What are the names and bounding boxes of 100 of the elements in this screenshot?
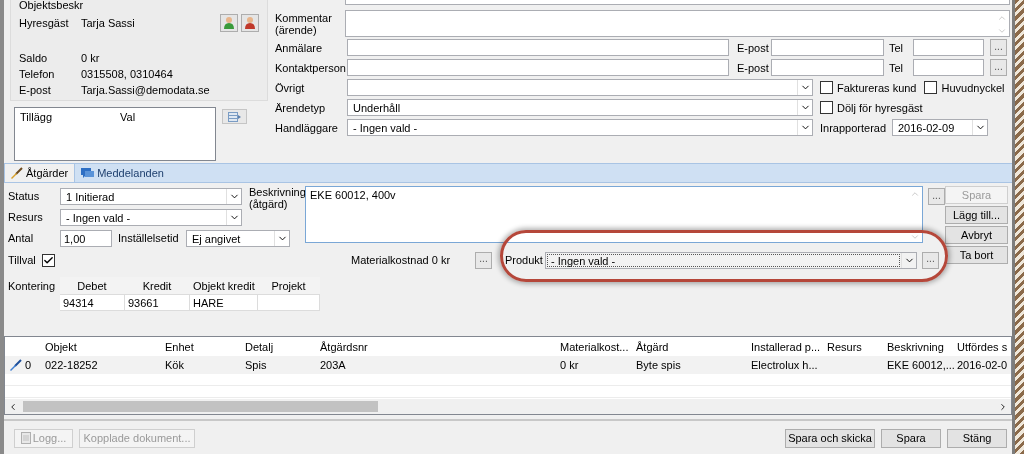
- column-header: Beskrivning: [886, 339, 945, 355]
- dropdown[interactable]: Ej angivet: [186, 229, 290, 247]
- tab[interactable]: Meddelanden: [75, 163, 171, 182]
- field-label: Materialkostnad 0 kr: [351, 254, 452, 266]
- browse-button[interactable]: ...: [922, 251, 939, 269]
- table-cell-text: Byte spis: [635, 358, 682, 373]
- scroll-right-icon: [998, 401, 1008, 412]
- table-cell-text: Kök: [164, 358, 185, 373]
- field-label: Telefon: [19, 68, 56, 80]
- action-button[interactable]: Avbryt: [945, 226, 1008, 244]
- footer-button[interactable]: Spara: [881, 428, 941, 448]
- tab[interactable]: Åtgärder: [4, 163, 76, 182]
- table-cell: 93661: [125, 294, 190, 311]
- scroll-up-icon: [996, 13, 1007, 23]
- dropdown[interactable]: Underhåll: [347, 99, 813, 116]
- checkbox[interactable]: [820, 81, 833, 94]
- checkbox[interactable]: [924, 81, 938, 94]
- description-field[interactable]: EKE 60012, 400v: [305, 186, 923, 243]
- browse-button[interactable]: ...: [928, 188, 945, 205]
- chat-icon: [81, 166, 95, 180]
- field-label: Kontering: [8, 280, 57, 292]
- table-row[interactable]: 0 022-18252 Kök Spis 203A 0 kr Byte spis Electrolux h... EKE 60012,... 2016-02-0: [5, 356, 1011, 374]
- table-cell: 94314: [60, 294, 125, 311]
- person-icon: [243, 16, 257, 30]
- table-cell-text: EKE 60012,...: [886, 358, 953, 373]
- column-header: Åtgärdsnr: [319, 339, 369, 355]
- field-value: Tarja.Sassi@demodata.se: [81, 84, 210, 96]
- person-button[interactable]: [241, 14, 259, 32]
- column-header: Tillägg: [19, 110, 53, 125]
- comment-field[interactable]: [345, 10, 1010, 37]
- phone-field[interactable]: [913, 39, 984, 56]
- email-field[interactable]: [771, 59, 884, 76]
- email-field[interactable]: [771, 39, 884, 56]
- field-label: Produkt: [505, 254, 544, 266]
- table-cell-text: 022-18252: [44, 358, 99, 373]
- scroll-left-icon: [8, 401, 18, 412]
- column-header: Objekt: [44, 339, 78, 355]
- scroll-up-icon: [909, 189, 920, 199]
- column-header: Åtgärd: [635, 339, 670, 355]
- field-label: Antal: [8, 232, 35, 244]
- brush-icon: [9, 358, 22, 372]
- scroll-down-icon: [996, 26, 1007, 36]
- grid-button[interactable]: [222, 109, 247, 124]
- field-label: E-post: [737, 61, 770, 74]
- dropdown[interactable]: 2016-02-09: [892, 119, 988, 136]
- browse-button[interactable]: ...: [990, 39, 1007, 56]
- column-header: Enhet: [164, 339, 195, 355]
- column-header: Detalj: [244, 339, 275, 355]
- table-cell-text: Electrolux h...: [750, 358, 819, 373]
- table-cell-text: 0 kr: [559, 358, 580, 373]
- dropdown[interactable]: [347, 79, 813, 96]
- checkbox[interactable]: [42, 253, 55, 267]
- field-label: Övrigt: [275, 81, 306, 94]
- field-label: Kommentar (ärende): [275, 11, 333, 36]
- footer-button[interactable]: Spara och skicka: [785, 428, 875, 448]
- action-button[interactable]: Lägg till...: [945, 206, 1008, 224]
- text-field[interactable]: [347, 39, 729, 56]
- field-label: Handläggare: [275, 121, 339, 134]
- field-label: Saldo: [19, 52, 49, 64]
- dropdown[interactable]: - Ingen vald -: [545, 251, 917, 269]
- scroll-down-icon: [909, 232, 920, 242]
- field-label: Tillval: [8, 254, 37, 266]
- browse-button[interactable]: ...: [475, 251, 492, 269]
- field-label: E-post: [737, 41, 770, 54]
- field-label: Kontaktperson: [275, 61, 347, 74]
- grid-arrow-icon: [227, 111, 242, 122]
- check-icon: [43, 254, 54, 266]
- text-field[interactable]: [347, 59, 729, 76]
- text-field[interactable]: [345, 0, 1010, 5]
- row-number: 0: [25, 359, 32, 371]
- field-label: Inställelsetid: [118, 232, 180, 244]
- field-label: Inrapporterad: [820, 121, 888, 134]
- dropdown[interactable]: 1 Initierad: [60, 187, 242, 205]
- field-value: Tarja Sassi: [81, 17, 136, 29]
- field-label: Tel: [889, 41, 905, 54]
- dropdown[interactable]: - Ingen vald -: [60, 208, 242, 226]
- checkbox-label: Dölj för hyresgäst: [837, 101, 923, 114]
- quantity-field[interactable]: 1,00: [60, 229, 112, 247]
- panel-title: Objektsbeskr: [19, 0, 84, 12]
- field-label: Hyresgäst: [19, 17, 70, 29]
- field-label: Status: [8, 190, 41, 202]
- table-cell: HARE: [190, 294, 258, 311]
- column-header: Utfördes s: [956, 339, 1009, 355]
- checkbox-label: Faktureras kund: [837, 81, 917, 94]
- people-button[interactable]: [220, 14, 238, 32]
- field-label: Ärendetyp: [275, 101, 327, 114]
- field-value: 0 kr: [81, 52, 100, 64]
- dropdown[interactable]: - Ingen vald -: [347, 119, 813, 136]
- field-value: 0315508, 0310464: [81, 68, 173, 80]
- column-header: Val: [119, 110, 137, 125]
- action-button[interactable]: Ta bort: [945, 246, 1008, 264]
- field-label: E-post: [19, 84, 52, 96]
- horizontal-scrollbar[interactable]: [5, 399, 1011, 414]
- checkbox[interactable]: [820, 101, 833, 114]
- phone-field[interactable]: [913, 59, 984, 76]
- field-label: Beskrivning (åtgärd): [249, 186, 305, 210]
- person-icon: [222, 16, 236, 30]
- browse-button[interactable]: ...: [990, 59, 1007, 76]
- table-cell-text: 203A: [319, 358, 347, 373]
- footer-button[interactable]: Stäng: [947, 428, 1007, 448]
